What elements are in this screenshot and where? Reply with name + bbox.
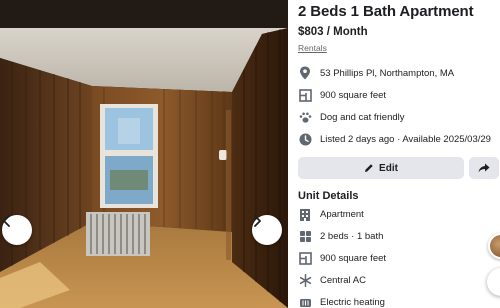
snowflake-icon — [298, 273, 312, 287]
listing-photo[interactable] — [0, 0, 288, 308]
listing-actions: Edit — [298, 157, 500, 179]
listed-row: Listed 2 days ago · Available 2025/03/29 — [298, 128, 500, 150]
building-icon — [298, 207, 312, 221]
unit-size-text: 900 square feet — [320, 252, 387, 264]
room-photo-image — [0, 0, 288, 308]
location-pin-icon — [298, 66, 312, 80]
beds-baths-text: 2 beds · 1 bath — [320, 230, 384, 242]
heating-icon — [298, 295, 312, 308]
floorplan-icon — [298, 251, 312, 265]
category-link[interactable]: Rentals — [298, 43, 327, 53]
size-text: 900 square feet — [320, 89, 387, 101]
unit-detail-item: 900 square feet — [298, 247, 500, 269]
previous-photo-button[interactable] — [2, 215, 32, 245]
unit-detail-item: Central AC — [298, 269, 500, 291]
listing-info-list: 53 Phillips Pl, Northampton, MA 900 squa… — [298, 62, 500, 150]
bed-bath-icon — [298, 229, 312, 243]
unit-type-text: Apartment — [320, 208, 364, 220]
paw-icon — [298, 110, 312, 124]
listing-title: 2 Beds 1 Bath Apartment — [298, 3, 474, 20]
edit-label: Edit — [379, 162, 398, 174]
pets-text: Dog and cat friendly — [320, 111, 405, 123]
next-photo-button[interactable] — [252, 215, 282, 245]
share-icon — [478, 163, 490, 173]
size-row: 900 square feet — [298, 84, 500, 106]
clock-icon — [298, 132, 312, 146]
unit-details-list: Apartment 2 beds · 1 bath 900 square fee… — [298, 203, 500, 308]
address-row: 53 Phillips Pl, Northampton, MA — [298, 62, 500, 84]
edit-button[interactable]: Edit — [298, 157, 464, 179]
chevron-right-icon — [254, 215, 261, 227]
listing-price: $803 / Month — [298, 26, 368, 38]
address-text: 53 Phillips Pl, Northampton, MA — [320, 67, 455, 79]
cooling-text: Central AC — [320, 274, 366, 286]
pencil-icon — [365, 164, 373, 172]
unit-detail-item: Apartment — [298, 203, 500, 225]
share-button[interactable] — [469, 157, 499, 179]
listed-text: Listed 2 days ago · Available 2025/03/29 — [320, 133, 491, 145]
unit-details-heading: Unit Details — [298, 190, 359, 202]
heating-text: Electric heating — [320, 296, 385, 308]
pets-row: Dog and cat friendly — [298, 106, 500, 128]
listing-details-panel: 2 Beds 1 Bath Apartment $803 / Month Ren… — [288, 0, 500, 308]
floorplan-icon — [298, 88, 312, 102]
unit-detail-item: Electric heating — [298, 291, 500, 308]
chevron-left-icon — [3, 215, 10, 227]
unit-detail-item: 2 beds · 1 bath — [298, 225, 500, 247]
